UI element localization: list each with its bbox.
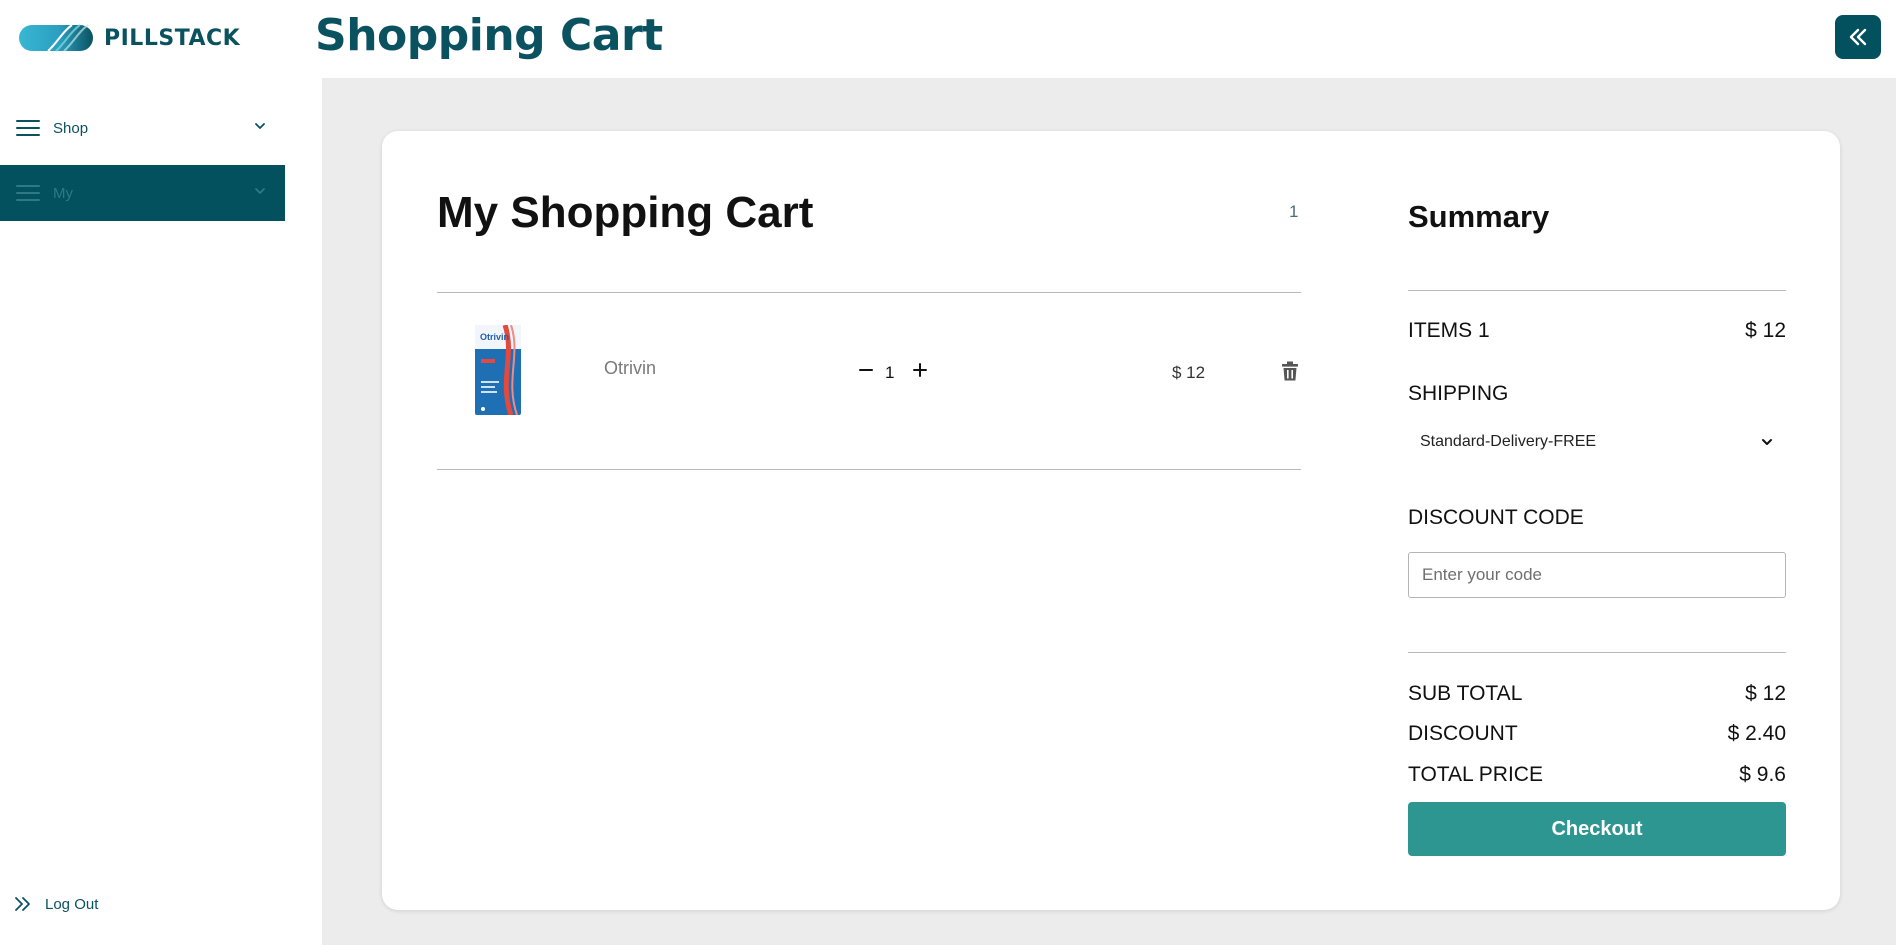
summary-items-row: ITEMS 1 $ 12: [1408, 319, 1786, 343]
divider: [1408, 652, 1786, 653]
discount-value: $ 2.40: [1727, 722, 1786, 745]
sidebar: PILLSTACK Shop My Log Out: [0, 0, 322, 945]
cart-item-count: 1: [1289, 202, 1299, 221]
product-image-label: Otrivin: [480, 332, 509, 342]
shipping-label: SHIPPING: [1408, 382, 1509, 405]
chevron-down-icon: [1762, 439, 1772, 445]
chevron-down-icon: [255, 123, 265, 129]
discount-row: DISCOUNT $ 2.40: [1408, 722, 1786, 746]
collapse-sidebar-button[interactable]: [1835, 15, 1881, 59]
sidebar-item-label: My: [53, 184, 73, 202]
logout-button[interactable]: Log Out: [14, 895, 98, 913]
subtotal-label: SUB TOTAL: [1408, 682, 1523, 705]
divider: [437, 469, 1301, 470]
decrease-quantity-button[interactable]: [857, 361, 875, 379]
cart-item-row: Otrivin Otrivin 1 $ 12: [437, 293, 1301, 469]
double-chevron-right-icon: [15, 897, 30, 911]
item-price: $ 12: [1172, 363, 1206, 382]
hamburger-icon: [16, 119, 40, 137]
sidebar-item-shop[interactable]: Shop: [0, 100, 285, 156]
total-price-label: TOTAL PRICE: [1408, 763, 1543, 786]
shipping-select[interactable]: Standard-Delivery-FREE: [1408, 424, 1786, 460]
discount-code-input[interactable]: [1408, 552, 1786, 598]
sidebar-item-my[interactable]: My: [0, 165, 285, 221]
cart-card: My Shopping Cart 1 Otrivin Otrivin 1 $ 1…: [382, 131, 1840, 910]
subtotal-row: SUB TOTAL $ 12: [1408, 682, 1786, 706]
brand-name: PILLSTACK: [104, 25, 241, 51]
hamburger-icon: [16, 184, 40, 202]
minus-icon: [859, 369, 873, 371]
checkout-button[interactable]: Checkout: [1408, 802, 1786, 856]
subtotal-value: $ 12: [1745, 682, 1786, 705]
summary-items-label: ITEMS 1: [1408, 319, 1490, 342]
divider: [1408, 290, 1786, 291]
total-price-row: TOTAL PRICE $ 9.6: [1408, 763, 1786, 787]
discount-code-label: DISCOUNT CODE: [1408, 506, 1584, 529]
logout-label: Log Out: [45, 895, 99, 913]
increase-quantity-button[interactable]: [911, 361, 929, 379]
double-chevron-left-icon: [1849, 28, 1867, 46]
quantity-value: 1: [885, 363, 895, 382]
brand-logo[interactable]: PILLSTACK: [18, 22, 240, 54]
sidebar-item-label: Shop: [53, 119, 89, 137]
cart-title: My Shopping Cart: [437, 188, 814, 237]
total-price-value: $ 9.6: [1739, 763, 1786, 786]
chevron-down-icon: [255, 188, 265, 194]
discount-label: DISCOUNT: [1408, 722, 1518, 745]
summary-title: Summary: [1408, 199, 1550, 234]
trash-icon[interactable]: [1281, 361, 1299, 381]
product-image: Otrivin: [475, 325, 521, 415]
pillstack-logo-icon: [19, 24, 93, 52]
summary-items-value: $ 12: [1745, 319, 1786, 342]
product-name[interactable]: Otrivin: [604, 358, 656, 379]
plus-icon: [913, 363, 927, 377]
shipping-selected-value: Standard-Delivery-FREE: [1420, 433, 1597, 450]
page-title: Shopping Cart: [315, 10, 663, 61]
